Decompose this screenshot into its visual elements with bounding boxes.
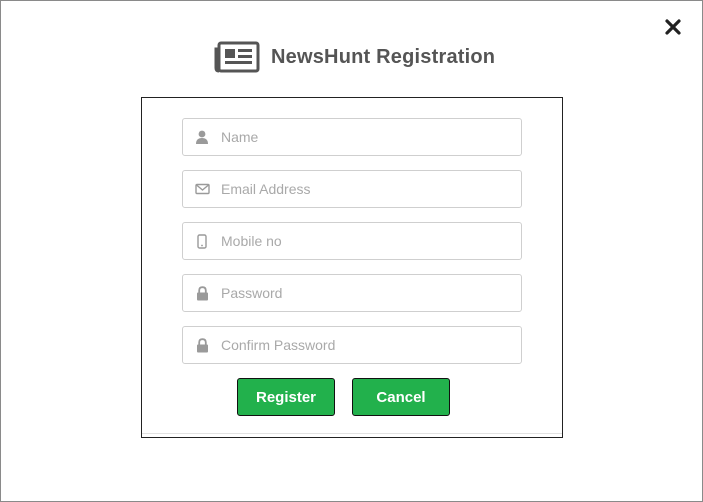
- confirm-password-field: [182, 326, 522, 364]
- user-icon: [194, 129, 210, 145]
- mobile-phone-icon: [194, 233, 210, 249]
- close-icon[interactable]: [664, 18, 682, 36]
- name-field: [182, 118, 522, 156]
- registration-dialog: NewsHunt Registration Name Email Address…: [0, 0, 703, 502]
- lock-icon: [194, 285, 210, 301]
- name-input[interactable]: [221, 129, 501, 145]
- mobile-field: [182, 222, 522, 260]
- password-input[interactable]: [221, 285, 501, 301]
- newspaper-icon: [214, 41, 260, 73]
- mobile-input[interactable]: [221, 233, 501, 249]
- email-input[interactable]: [221, 181, 501, 197]
- dialog-title: NewsHunt Registration: [271, 45, 496, 68]
- cancel-button[interactable]: Cancel: [352, 378, 450, 416]
- email-field: [182, 170, 522, 208]
- confirm-password-input[interactable]: [221, 337, 501, 353]
- envelope-icon: [194, 181, 210, 197]
- dialog-header: NewsHunt Registration: [214, 39, 495, 75]
- lock-icon: [194, 337, 210, 353]
- register-button[interactable]: Register: [237, 378, 335, 416]
- password-field: [182, 274, 522, 312]
- form-divider: [142, 433, 562, 434]
- registration-form: Register Cancel: [141, 97, 563, 438]
